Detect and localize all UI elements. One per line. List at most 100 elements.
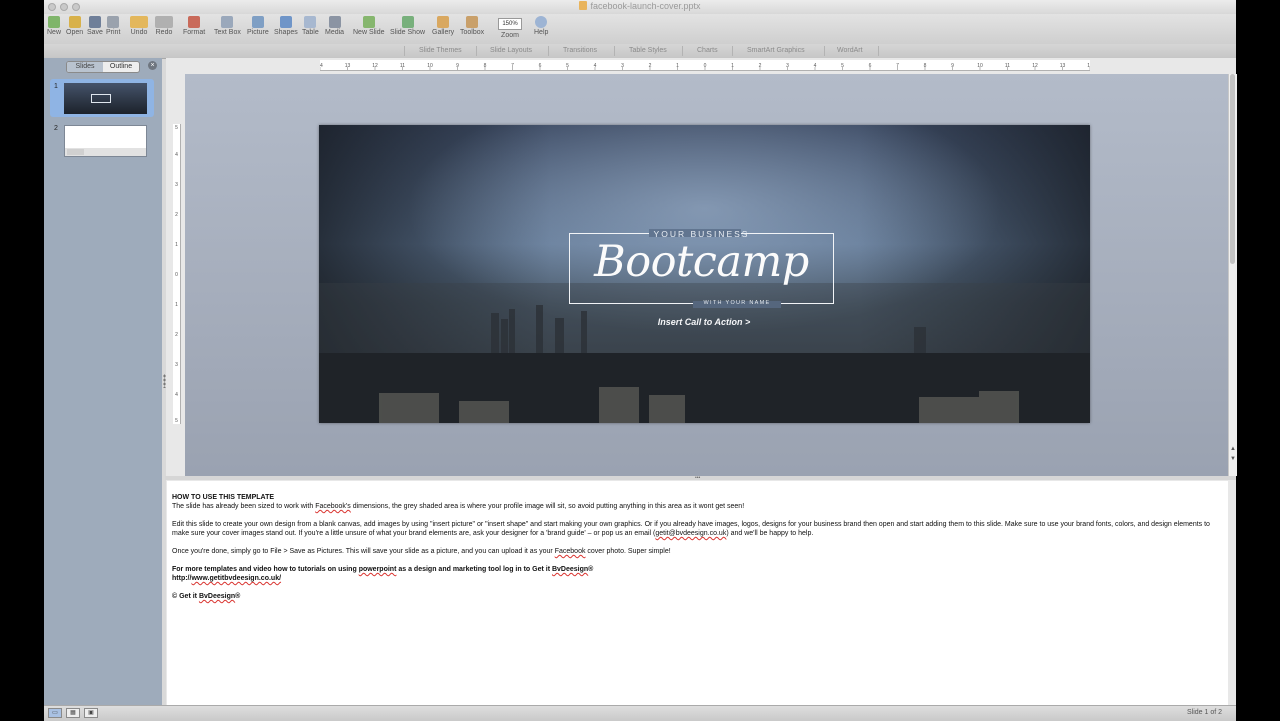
pptx-document-icon — [579, 1, 588, 10]
notes-brand: BvDeesign — [551, 566, 589, 573]
call-to-action-text[interactable]: Insert Call to Action > — [619, 317, 789, 327]
slide-show-view-icon[interactable]: ▣ — [84, 708, 98, 718]
slide-show-button[interactable]: Slide Show — [390, 16, 425, 36]
standard-toolbar: New Open Save Print Undo Redo Format Tex… — [44, 14, 1236, 44]
notes-text: Once you're done, simply go to File > Sa… — [172, 548, 555, 555]
ruler-tick-label: 4 — [175, 392, 178, 398]
ruler-tick-label: 5 — [175, 125, 178, 131]
normal-view-icon[interactable]: ▭ — [48, 708, 62, 718]
scrollbar-thumb[interactable] — [1230, 74, 1235, 264]
notes-text: ) and we'll be happy to help. — [726, 530, 814, 537]
grip-dots: ••• — [695, 475, 701, 481]
ruler-tick-label: 8 — [924, 63, 927, 69]
media-label: Media — [325, 29, 345, 36]
slide-number-2: 2 — [54, 125, 58, 132]
table-button[interactable]: Table — [302, 16, 319, 36]
help-button[interactable]: Help — [534, 16, 548, 36]
new-button[interactable]: New — [47, 16, 61, 36]
tab-transitions[interactable]: Transitions — [563, 47, 597, 54]
notes-heading-text: HOW TO USE THIS TEMPLATE — [172, 494, 275, 501]
ruler-tick-label: 0 — [175, 272, 178, 278]
ruler-tick-label: 4 — [175, 152, 178, 158]
zoom-label: Zoom — [501, 32, 519, 39]
tab-outline[interactable]: Outline — [103, 62, 139, 72]
tab-wordart[interactable]: WordArt — [837, 47, 863, 54]
save-button[interactable]: Save — [87, 16, 103, 36]
undo-button[interactable]: Undo — [130, 16, 148, 36]
notes-text: The slide has already been sized to work… — [172, 503, 316, 510]
gallery-button[interactable]: Gallery — [432, 16, 454, 36]
zoom-value-field[interactable]: 150% — [498, 18, 522, 30]
text-box-label: Text Box — [214, 29, 241, 36]
gallery-icon — [437, 16, 450, 28]
slide-headline[interactable]: Bootcamp — [569, 237, 834, 287]
tab-table-styles[interactable]: Table Styles — [629, 47, 667, 54]
ruler-tick-label: 9 — [951, 63, 954, 69]
ribbon-separator — [824, 46, 825, 56]
picture-button[interactable]: Picture — [247, 16, 269, 36]
ruler-tick-label: 10 — [977, 63, 983, 69]
slide-show-label: Slide Show — [390, 29, 426, 36]
slide-count: Slide 1 of 2 — [1186, 709, 1222, 716]
speaker-notes-pane[interactable]: HOW TO USE THIS TEMPLATE The slide has a… — [167, 481, 1228, 705]
zoom-control[interactable]: 150% Zoom — [498, 16, 522, 39]
format-button[interactable]: Format — [183, 16, 205, 36]
title-bar: facebook-launch-cover.pptx — [44, 0, 1236, 14]
shapes-button[interactable]: Shapes — [274, 16, 298, 36]
tab-smartart-graphics[interactable]: SmartArt Graphics — [747, 47, 805, 54]
notes-paragraph-1: The slide has already been sized to work… — [172, 502, 1222, 511]
thumbnail-square — [67, 149, 84, 155]
picture-icon — [251, 16, 264, 28]
ruler-tick-label: 12 — [372, 63, 378, 69]
new-slide-label: New Slide — [353, 29, 385, 36]
media-button[interactable]: Media — [325, 16, 344, 36]
close-panel-icon[interactable]: × — [148, 61, 157, 70]
vertical-scrollbar[interactable]: ▲ ▼ — [1228, 74, 1237, 476]
ribbon-separator — [404, 46, 405, 56]
notes-resize-handle[interactable]: ••• — [165, 475, 1236, 481]
slide-number-1: 1 — [54, 83, 58, 90]
ruler-tick-label: 0 — [704, 63, 707, 69]
next-slide-icon[interactable]: ▼ — [1229, 456, 1237, 462]
gallery-label: Gallery — [432, 29, 455, 36]
ruler-tick-label: 13 — [1060, 63, 1066, 69]
shapes-label: Shapes — [274, 29, 298, 36]
open-button[interactable]: Open — [66, 16, 83, 36]
slide-thumbnail-2[interactable] — [64, 125, 147, 157]
slide-sorter-view-icon[interactable]: ▦ — [66, 708, 80, 718]
ribbon-separator — [682, 46, 683, 56]
notes-text: as a design and marketing tool log in to… — [396, 566, 552, 573]
ruler-tick-label: 12 — [1032, 63, 1038, 69]
tab-slides[interactable]: Slides — [67, 62, 103, 72]
printer-icon — [107, 16, 120, 28]
toolbox-label: Toolbox — [460, 29, 485, 36]
format-brush-icon — [188, 16, 201, 28]
new-slide-button[interactable]: New Slide — [353, 16, 385, 36]
slide-subline[interactable]: WITH YOUR NAME — [693, 300, 781, 306]
slide-thumbnail-1[interactable] — [64, 83, 147, 114]
tab-slide-layouts[interactable]: Slide Layouts — [490, 47, 532, 54]
toolbox-button[interactable]: Toolbox — [460, 16, 484, 36]
slides-outline-toggle: Slides Outline — [66, 61, 140, 73]
thumbnail-frame — [91, 94, 111, 103]
tab-slide-themes[interactable]: Slide Themes — [419, 47, 462, 54]
ruler-tick-label: 3 — [175, 182, 178, 188]
tab-charts[interactable]: Charts — [697, 47, 718, 54]
redo-button[interactable]: Redo — [155, 16, 173, 36]
shapes-icon — [279, 16, 292, 28]
ruler-tick-label: 5 — [175, 418, 178, 424]
ruler-tick-label: 9 — [456, 63, 459, 69]
slide-show-icon — [401, 16, 414, 28]
save-disk-icon — [88, 16, 101, 28]
notes-text: For more templates and video how to tuto… — [172, 566, 359, 573]
ruler-tick-label: 2 — [175, 332, 178, 338]
print-button[interactable]: Print — [106, 16, 120, 36]
ruler-tick-label: 10 — [427, 63, 433, 69]
previous-slide-icon[interactable]: ▲ — [1229, 446, 1237, 452]
ribbon-tab-strip: Slide Themes Slide Layouts Transitions T… — [44, 44, 1236, 59]
current-slide[interactable]: YOUR BUSINESS Bootcamp WITH YOUR NAME In… — [319, 125, 1090, 423]
text-box-button[interactable]: Text Box — [214, 16, 241, 36]
notes-misspelled-word: powerpoint — [358, 566, 397, 573]
ruler-tick-label: 14 — [1087, 63, 1090, 69]
notes-email: getit@bvdeesign.co.uk — [655, 530, 727, 537]
